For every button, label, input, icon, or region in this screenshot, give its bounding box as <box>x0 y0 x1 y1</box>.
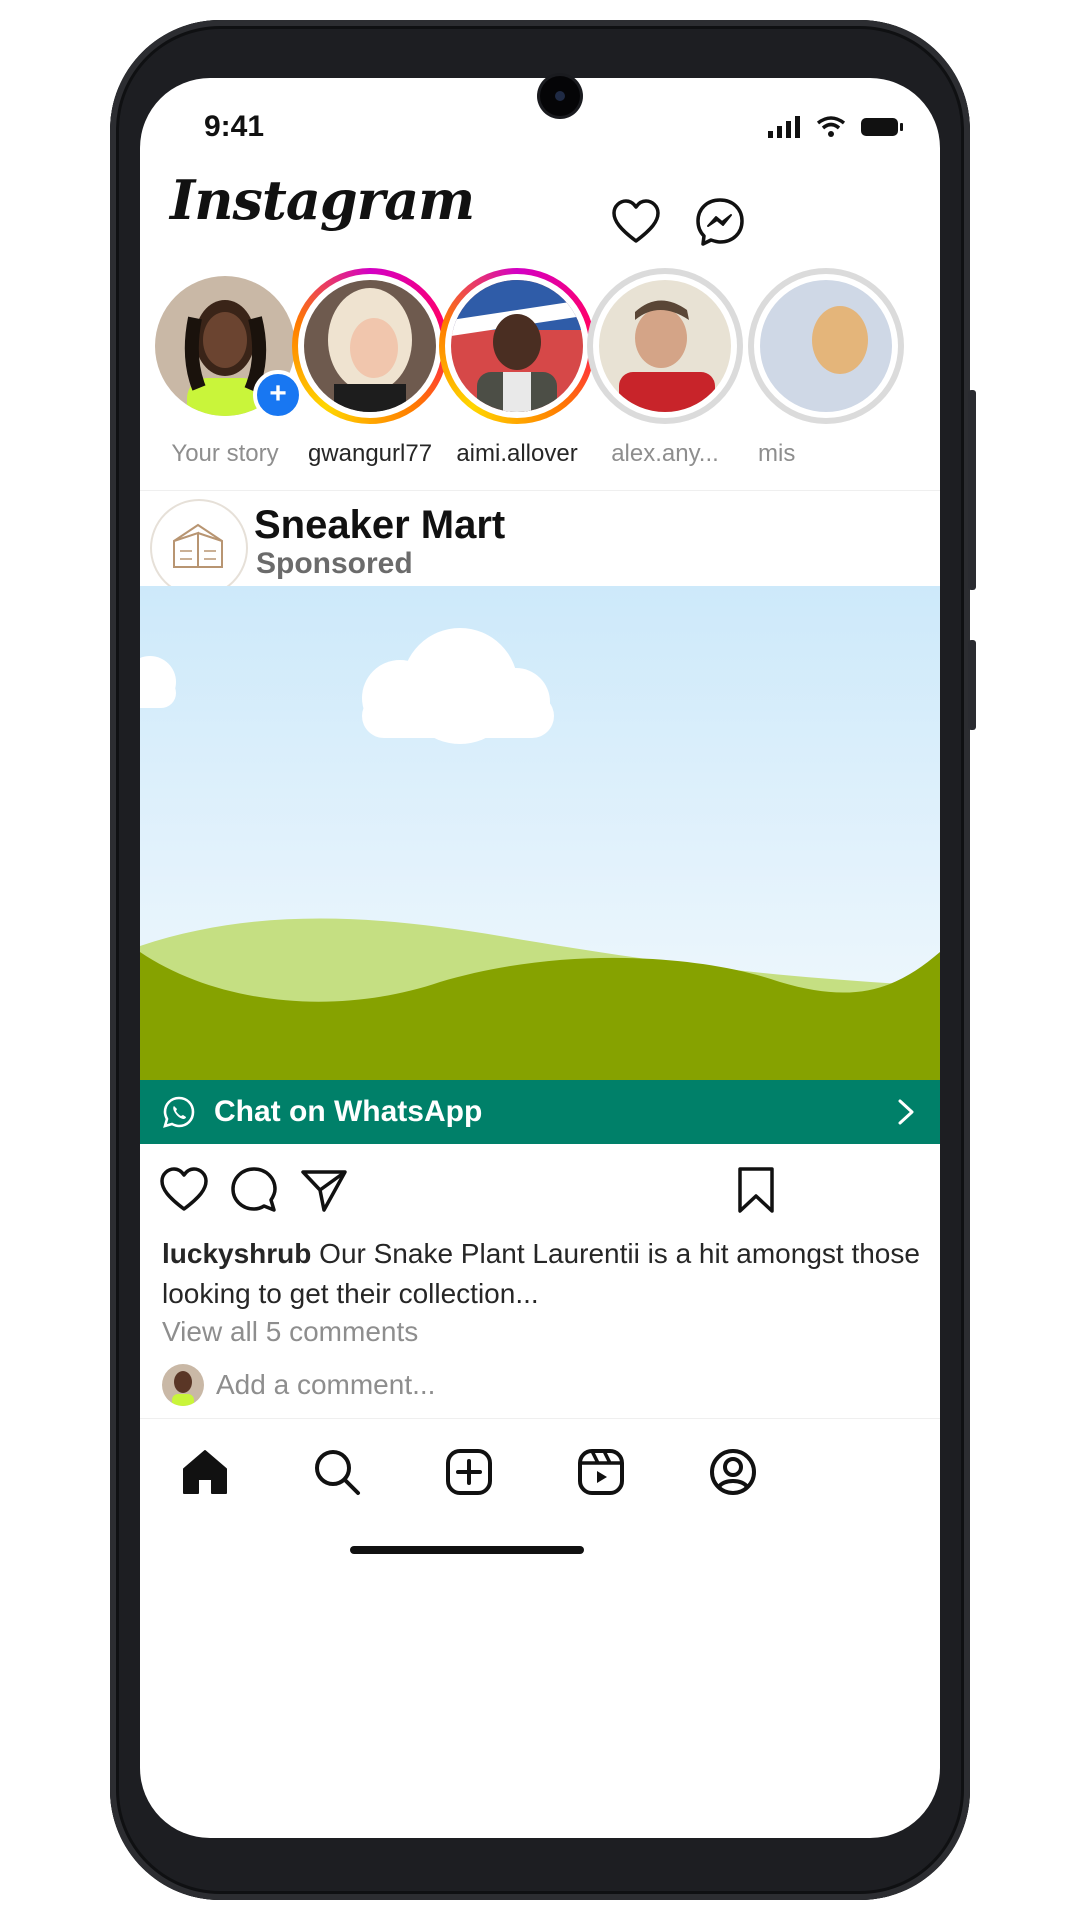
brand-avatar[interactable] <box>150 499 248 597</box>
story-avatar <box>451 280 583 412</box>
status-icons <box>768 116 904 138</box>
story-ring <box>587 268 743 424</box>
signal-icon <box>768 116 800 138</box>
add-comment-input[interactable]: Add a comment... <box>216 1369 435 1401</box>
story-ring <box>439 268 595 424</box>
phone-side-button <box>968 640 976 730</box>
reels-icon[interactable] <box>574 1445 628 1499</box>
story-ring: + <box>147 268 303 424</box>
story-label: gwangurl77 <box>307 440 433 467</box>
store-icon <box>173 523 223 568</box>
phone-side-button <box>968 390 976 590</box>
story-ring <box>292 268 448 424</box>
wifi-icon <box>816 116 846 137</box>
add-comment-row[interactable]: Add a comment... <box>162 1362 435 1408</box>
search-icon[interactable] <box>310 1445 364 1499</box>
story-item-mis[interactable]: mis <box>728 268 904 468</box>
app-screen: 9:41 Instagram + Your story gwangurl77 a… <box>140 78 940 1838</box>
avatar <box>162 1364 204 1406</box>
post-actions <box>140 1164 940 1224</box>
story-item-alex-any[interactable]: alex.any... <box>580 268 750 468</box>
view-comments-link[interactable]: View all 5 comments <box>162 1316 418 1348</box>
home-icon[interactable] <box>178 1445 232 1499</box>
profile-icon[interactable] <box>706 1445 760 1499</box>
bottom-nav <box>140 1418 940 1529</box>
ad-image[interactable] <box>140 586 940 1080</box>
story-item-aimi-allover[interactable]: aimi.allover <box>432 268 602 468</box>
story-item-gwangurl77[interactable]: gwangurl77 <box>285 268 455 468</box>
cta-label: Chat on WhatsApp <box>214 1095 483 1128</box>
messenger-icon[interactable] <box>694 196 746 248</box>
brand-name[interactable]: Sneaker Mart <box>254 503 505 548</box>
battery-icon <box>861 118 903 136</box>
sponsored-label: Sponsored <box>256 547 413 580</box>
bookmark-icon[interactable] <box>730 1164 782 1216</box>
stories-tray: + Your story gwangurl77 aimi.allover ale… <box>140 268 940 468</box>
instagram-logo: Instagram <box>170 168 475 232</box>
comment-icon[interactable] <box>228 1164 280 1216</box>
story-label: alex.any... <box>611 440 719 467</box>
home-indicator <box>350 1546 584 1554</box>
story-avatar <box>304 280 436 412</box>
create-post-icon[interactable] <box>442 1445 496 1499</box>
heart-icon[interactable] <box>610 196 662 248</box>
post-caption: luckyshrub Our Snake Plant Laurentii is … <box>162 1234 922 1314</box>
story-ring <box>748 268 904 424</box>
story-label: mis <box>758 440 796 467</box>
chevron-right-icon <box>898 1099 914 1125</box>
story-avatar <box>760 280 892 412</box>
share-send-icon[interactable] <box>298 1164 350 1216</box>
like-heart-icon[interactable] <box>158 1164 210 1216</box>
front-camera <box>540 76 580 116</box>
story-avatar <box>599 280 731 412</box>
status-time: 9:41 <box>204 110 265 143</box>
whatsapp-icon <box>163 1096 195 1128</box>
post-header: Sneaker Mart Sponsored <box>140 490 940 597</box>
whatsapp-cta[interactable]: Chat on WhatsApp <box>140 1080 940 1144</box>
caption-username[interactable]: luckyshrub <box>162 1238 311 1269</box>
story-label: aimi.allover <box>456 440 578 467</box>
